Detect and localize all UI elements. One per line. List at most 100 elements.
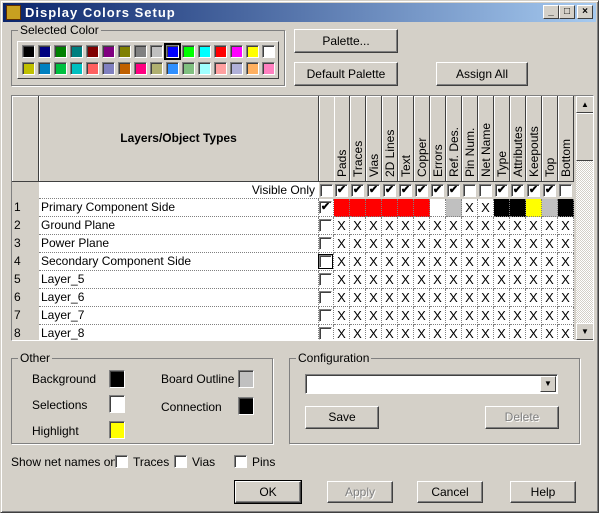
column-header[interactable]: Ref. Des. (446, 96, 462, 182)
configuration-dropdown[interactable]: ▼ (305, 374, 558, 394)
color-cell-none[interactable]: X (510, 235, 526, 253)
color-cell-none[interactable]: X (430, 217, 446, 235)
color-swatch[interactable] (262, 62, 275, 75)
layer-enable-checkbox[interactable] (319, 327, 332, 340)
color-swatch[interactable] (102, 45, 115, 58)
color-cell[interactable] (414, 199, 430, 217)
color-cell-none[interactable]: X (462, 253, 478, 271)
color-swatch[interactable] (102, 62, 115, 75)
color-cell[interactable] (446, 199, 462, 217)
layer-enable-checkbox[interactable]: ✔ (319, 201, 332, 214)
color-swatch[interactable] (230, 45, 243, 58)
color-cell-none[interactable]: X (334, 307, 350, 325)
color-cell-none[interactable]: X (526, 253, 542, 271)
layer-name[interactable]: Layer_5 (39, 271, 319, 289)
color-cell-none[interactable]: X (350, 307, 366, 325)
color-swatch[interactable] (134, 62, 147, 75)
column-header[interactable]: Pin Num. (462, 96, 478, 182)
color-cell-none[interactable]: X (446, 271, 462, 289)
color-cell-none[interactable]: X (382, 235, 398, 253)
color-cell-none[interactable]: X (430, 235, 446, 253)
color-cell-none[interactable]: X (446, 253, 462, 271)
layer-enable-checkbox[interactable] (319, 309, 332, 322)
close-button[interactable]: × (577, 5, 593, 19)
board-outline-color-swatch[interactable] (238, 370, 254, 388)
color-cell-none[interactable]: X (510, 307, 526, 325)
column-header[interactable]: Bottom (558, 96, 574, 182)
color-cell-none[interactable]: X (366, 217, 382, 235)
color-cell[interactable] (510, 199, 526, 217)
apply-button[interactable]: Apply (327, 481, 393, 503)
color-cell-none[interactable]: X (366, 271, 382, 289)
column-header[interactable]: Pads (334, 96, 350, 182)
color-cell-none[interactable]: X (446, 307, 462, 325)
color-cell-none[interactable]: X (334, 217, 350, 235)
color-cell-none[interactable]: X (430, 253, 446, 271)
color-cell-none[interactable]: X (430, 289, 446, 307)
color-cell-none[interactable]: X (382, 289, 398, 307)
maximize-button[interactable]: □ (559, 5, 575, 19)
traces-checkbox[interactable] (115, 455, 128, 468)
color-cell-none[interactable]: X (558, 253, 574, 271)
layer-enable-checkbox[interactable] (319, 219, 332, 232)
color-cell-none[interactable]: X (542, 325, 558, 340)
column-header[interactable]: Top (542, 96, 558, 182)
color-cell-none[interactable]: X (462, 307, 478, 325)
color-cell-none[interactable]: X (542, 235, 558, 253)
color-cell-none[interactable]: X (446, 235, 462, 253)
color-cell-none[interactable]: X (366, 307, 382, 325)
color-cell[interactable] (558, 199, 574, 217)
color-swatch[interactable] (198, 45, 211, 58)
color-cell-none[interactable]: X (462, 271, 478, 289)
delete-button[interactable]: Delete (485, 406, 559, 429)
color-cell-none[interactable]: X (350, 271, 366, 289)
visible-only-checkbox[interactable]: ✔ (511, 184, 524, 197)
layer-enable-checkbox[interactable] (319, 237, 332, 250)
assign-all-button[interactable]: Assign All (436, 62, 528, 86)
color-swatch[interactable] (214, 45, 227, 58)
color-cell[interactable] (350, 199, 366, 217)
color-swatch[interactable] (22, 62, 35, 75)
color-cell-none[interactable]: X (414, 235, 430, 253)
color-cell-none[interactable]: X (478, 325, 494, 340)
color-cell-none[interactable]: X (430, 325, 446, 340)
color-cell-none[interactable]: X (526, 235, 542, 253)
color-cell-none[interactable]: X (542, 217, 558, 235)
visible-only-checkbox[interactable]: ✔ (383, 184, 396, 197)
color-cell[interactable] (542, 199, 558, 217)
color-cell-none[interactable]: X (398, 289, 414, 307)
color-cell-none[interactable]: X (478, 235, 494, 253)
minimize-button[interactable]: _ (543, 5, 559, 19)
layer-enable-checkbox[interactable] (319, 291, 332, 304)
column-header[interactable]: Traces (350, 96, 366, 182)
color-cell-none[interactable]: X (526, 307, 542, 325)
color-cell-none[interactable]: X (350, 289, 366, 307)
color-cell-none[interactable]: X (558, 235, 574, 253)
color-cell[interactable] (430, 199, 446, 217)
layer-enable-checkbox[interactable] (319, 273, 332, 286)
color-cell-none[interactable]: X (510, 289, 526, 307)
color-cell-none[interactable]: X (398, 271, 414, 289)
column-header[interactable]: Text (398, 96, 414, 182)
color-swatch[interactable] (166, 62, 179, 75)
scroll-down-button[interactable]: ▼ (576, 323, 593, 340)
color-cell-none[interactable]: X (558, 217, 574, 235)
default-palette-button[interactable]: Default Palette (294, 62, 398, 86)
pins-checkbox[interactable] (234, 455, 247, 468)
color-cell-none[interactable]: X (430, 271, 446, 289)
color-cell-none[interactable]: X (542, 307, 558, 325)
color-cell-none[interactable]: X (414, 325, 430, 340)
visible-only-all-checkbox[interactable] (320, 184, 333, 197)
color-swatch[interactable] (246, 62, 259, 75)
layer-name[interactable]: Layer_7 (39, 307, 319, 325)
color-swatch[interactable] (246, 45, 259, 58)
color-cell[interactable] (366, 199, 382, 217)
color-cell-none[interactable]: X (526, 217, 542, 235)
hash-column-header[interactable]: # (319, 96, 335, 182)
column-header[interactable]: Attributes (510, 96, 526, 182)
visible-only-checkbox[interactable]: ✔ (351, 184, 364, 197)
color-cell[interactable] (382, 199, 398, 217)
color-cell-none[interactable]: X (510, 253, 526, 271)
color-cell-none[interactable]: X (366, 289, 382, 307)
color-cell-none[interactable]: X (542, 271, 558, 289)
